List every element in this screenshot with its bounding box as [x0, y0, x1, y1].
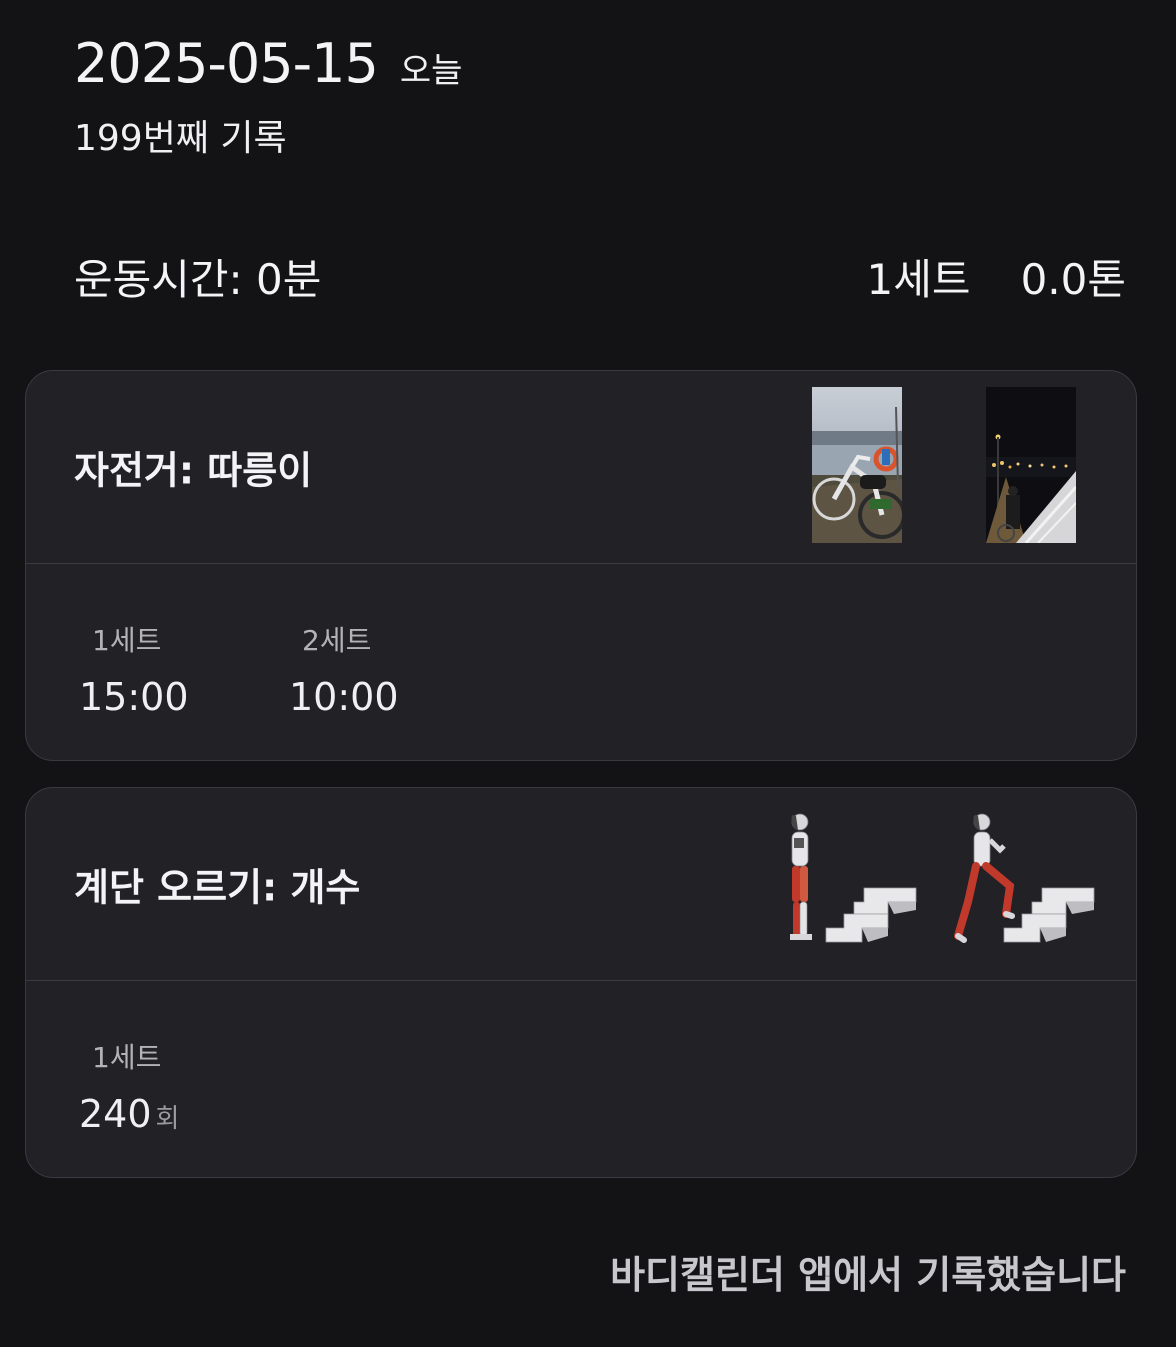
stair-climb-start-illustration[interactable] [776, 810, 926, 950]
stair-climb-step-illustration[interactable] [954, 810, 1104, 950]
set-value-number: 240 [79, 1092, 152, 1136]
night-bridge-photo[interactable] [986, 387, 1076, 543]
date-row: 2025-05-15 오늘 [74, 32, 462, 95]
summary-totals: 1세트 0.0톤 [867, 246, 1126, 307]
app-attribution: 바디캘린더 앱에서 기록했습니다 [610, 1253, 1126, 1297]
set-value-number: 10:00 [289, 675, 399, 719]
set-value-number: 15:00 [79, 675, 189, 719]
set-value: 10:00 [289, 675, 496, 719]
record-header: 2025-05-15 오늘 199번째 기록 [74, 32, 462, 161]
exercise-sets: 1세트 240 회 [76, 1036, 286, 1136]
record-date: 2025-05-15 [74, 32, 379, 95]
set-item[interactable]: 2세트 10:00 [286, 619, 496, 719]
exercise-card-header[interactable]: 계단 오르기: 개수 [26, 788, 1136, 981]
set-item[interactable]: 1세트 240 회 [76, 1036, 286, 1136]
bicycle-photo[interactable] [812, 387, 902, 543]
exercise-title: 자전거: 따릉이 [74, 448, 313, 493]
set-value: 15:00 [79, 675, 286, 719]
set-label: 2세트 [302, 624, 372, 657]
total-tonnage: 0.0톤 [1020, 255, 1126, 304]
set-item[interactable]: 1세트 15:00 [76, 619, 286, 719]
set-label: 1세트 [92, 624, 162, 657]
workout-summary: 운동시간: 0분 1세트 0.0톤 [74, 246, 1126, 307]
exercise-sets: 1세트 15:00 2세트 10:00 [76, 619, 496, 719]
figure [954, 813, 1015, 943]
exercise-card-stairs[interactable]: 계단 오르기: 개수 1세트 240 회 [25, 787, 1137, 1178]
set-value: 240 회 [79, 1092, 286, 1136]
total-sets: 1세트 [866, 255, 971, 304]
set-unit: 회 [155, 1104, 180, 1134]
record-count: 199번째 기록 [74, 118, 287, 159]
workout-time: 운동시간: 0분 [74, 255, 322, 304]
set-label: 1세트 [92, 1041, 162, 1074]
today-label: 오늘 [399, 51, 463, 91]
figure [790, 813, 812, 940]
exercise-thumbnails [776, 810, 1104, 950]
exercise-title: 계단 오르기: 개수 [74, 865, 361, 910]
exercise-thumbnails [812, 387, 1076, 543]
exercise-card-header[interactable]: 자전거: 따릉이 [26, 371, 1136, 564]
exercise-card-bicycle[interactable]: 자전거: 따릉이 1세트 15:00 2세트 10:00 [25, 370, 1137, 761]
